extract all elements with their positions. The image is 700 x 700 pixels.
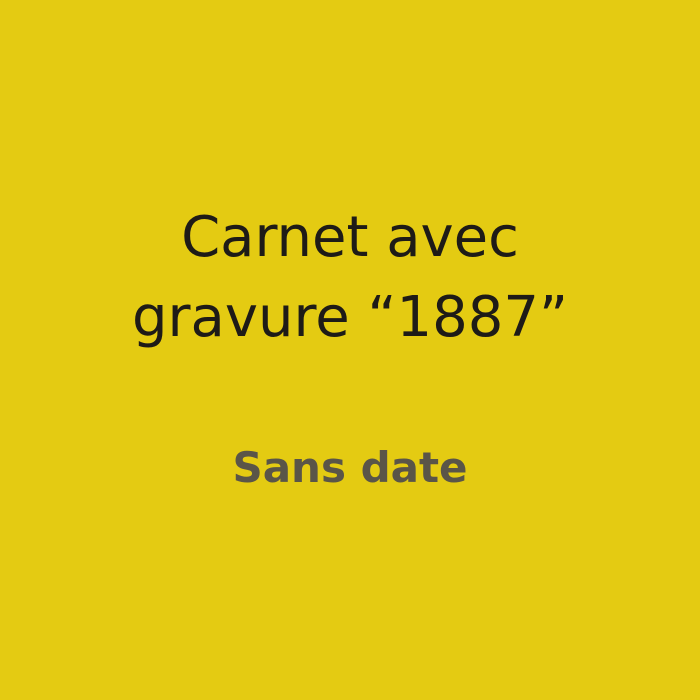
page-title: Carnet avec gravure “1887” — [0, 198, 700, 358]
title-line-2: gravure “1887” — [131, 285, 569, 350]
title-line-1: Carnet avec — [181, 205, 519, 270]
date-subtitle: Sans date — [232, 443, 468, 492]
title-card: Carnet avec gravure “1887” Sans date — [0, 0, 700, 700]
